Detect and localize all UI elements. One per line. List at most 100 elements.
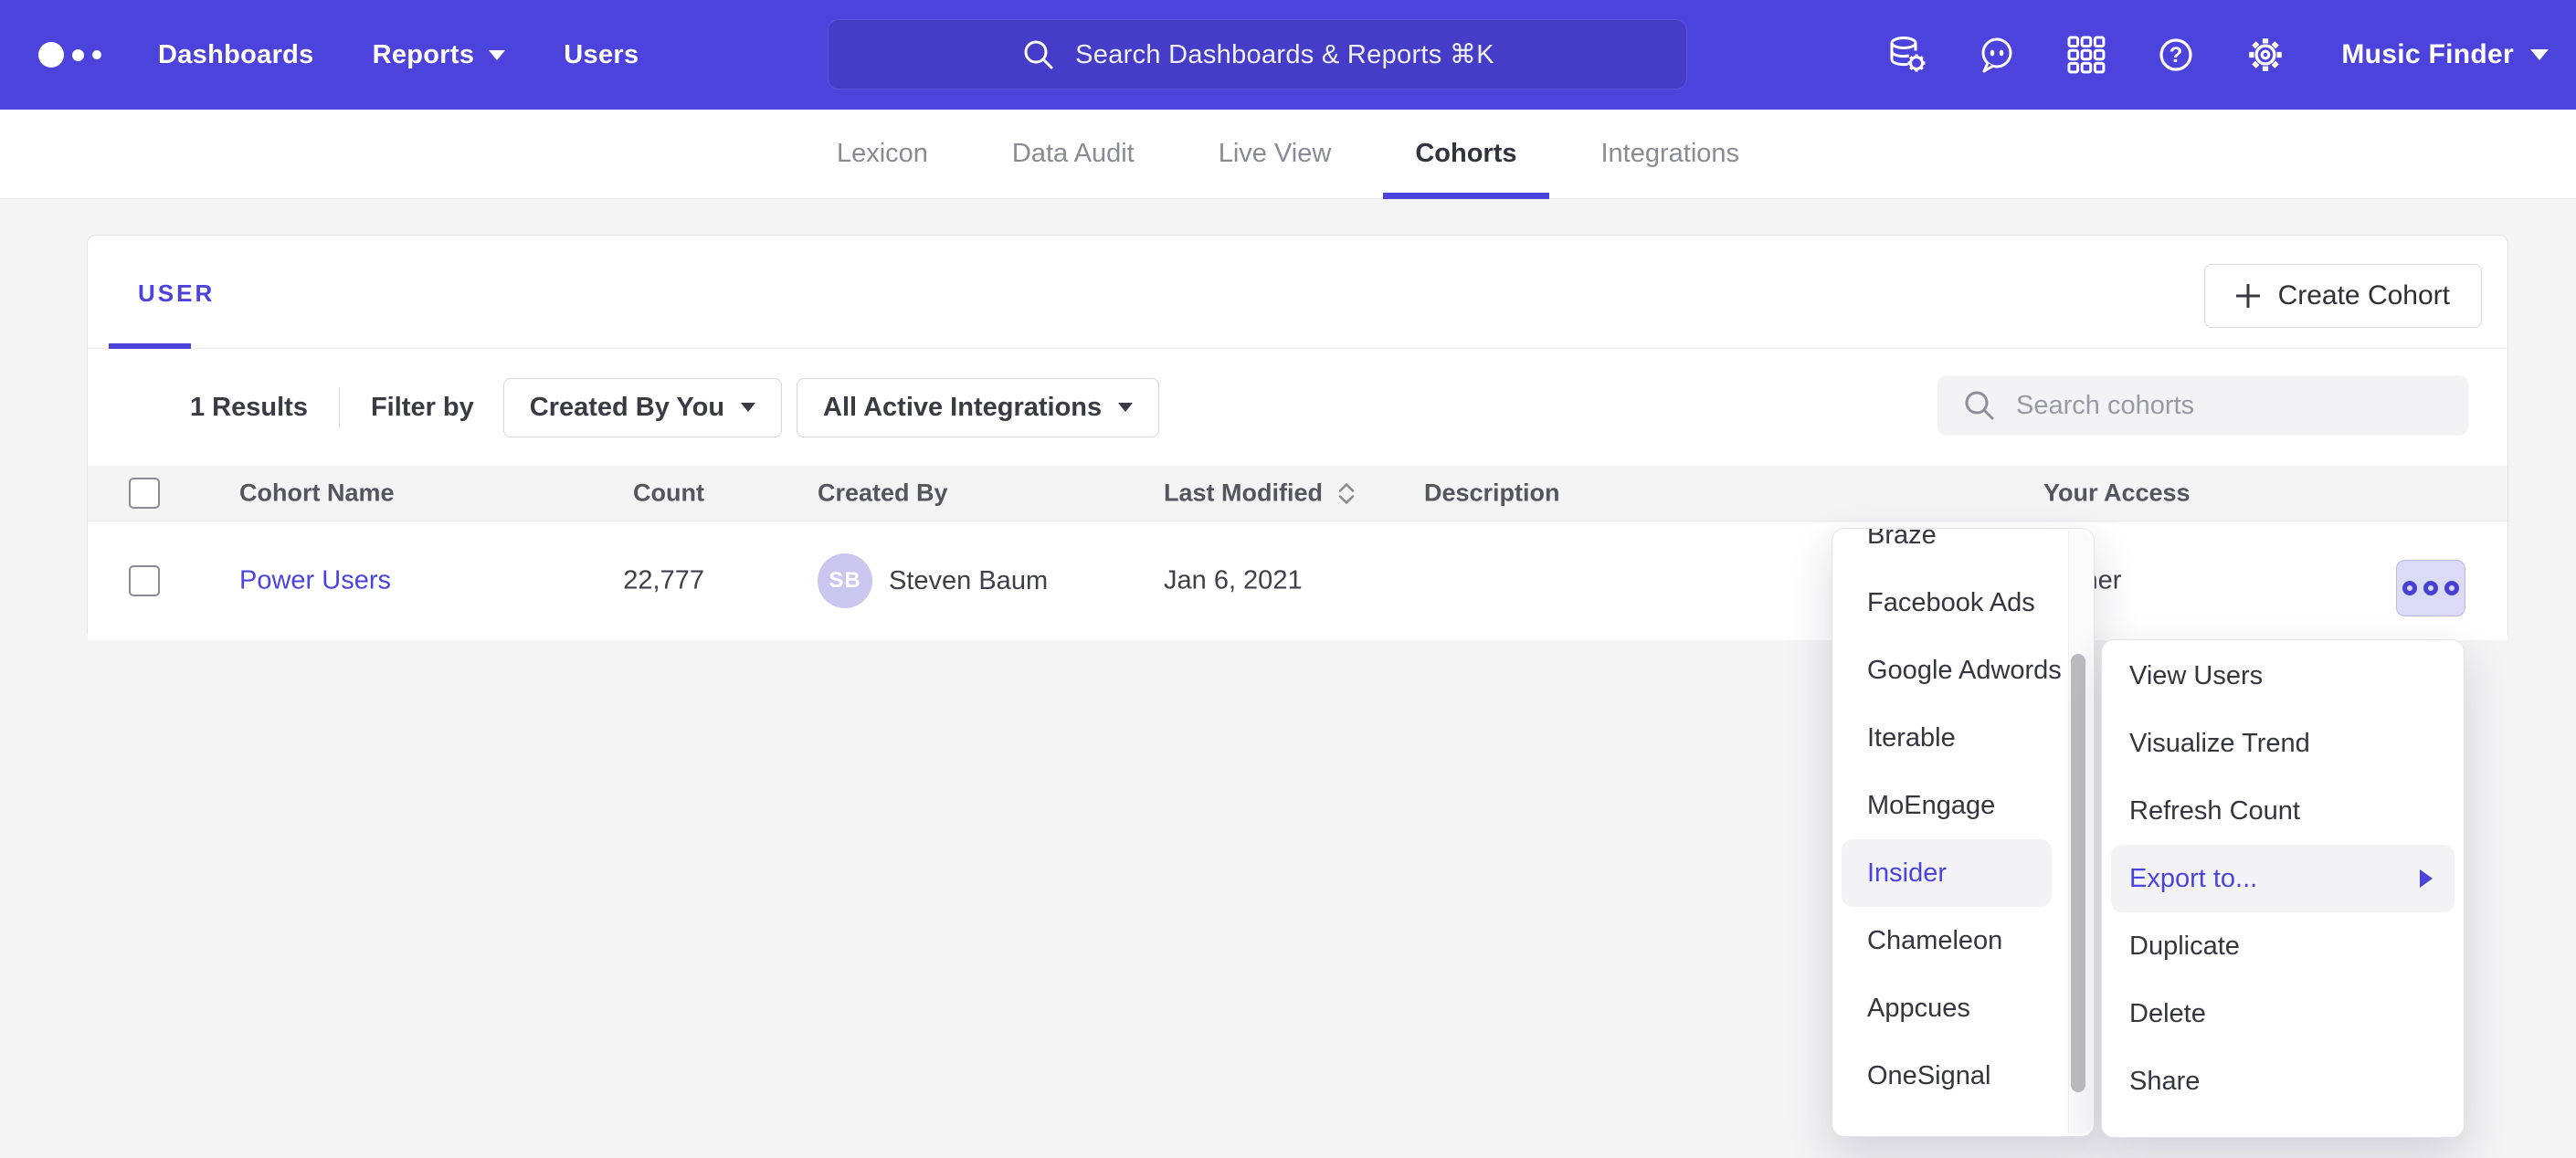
section-tabs: Lexicon Data Audit Live View Cohorts Int… — [0, 110, 2576, 199]
svg-text:?: ? — [2170, 43, 2183, 68]
search-icon — [1020, 37, 1057, 73]
nav-right-cluster: ? Music Finder — [1886, 0, 2549, 110]
chevron-down-icon — [1118, 403, 1133, 412]
menu-export-to[interactable]: Export to... — [2111, 845, 2455, 912]
nav-users[interactable]: Users — [564, 40, 639, 70]
filter-bar: 1 Results Filter by Created By You All A… — [88, 349, 2507, 466]
menu-duplicate[interactable]: Duplicate — [2102, 912, 2464, 980]
header-last-modified[interactable]: Last Modified — [1164, 479, 1357, 508]
created-by-cell: SB Steven Baum — [818, 553, 1048, 608]
grid-icon — [2065, 34, 2107, 76]
export-submenu: Braze Facebook Ads Google Adwords Iterab… — [1832, 528, 2095, 1137]
mixpanel-logo[interactable] — [38, 42, 101, 68]
data-management-button[interactable] — [1886, 34, 1928, 76]
export-option-braze[interactable]: Braze — [1832, 528, 2094, 569]
logo-dot-large — [38, 42, 64, 68]
feedback-button[interactable] — [1976, 34, 2018, 76]
export-option-chameleon[interactable]: Chameleon — [1832, 907, 2094, 974]
export-option-insider[interactable]: Insider — [1842, 839, 2052, 907]
header-count: Count — [480, 479, 704, 508]
export-option-appcues[interactable]: Appcues — [1832, 974, 2094, 1042]
row-checkbox[interactable] — [129, 565, 160, 596]
tab-cohorts-label: Cohorts — [1415, 139, 1516, 169]
menu-delete[interactable]: Delete — [2102, 980, 2464, 1047]
feedback-bubble-icon — [1976, 34, 2018, 76]
created-by-filter[interactable]: Created By You — [503, 378, 782, 437]
chevron-down-icon — [489, 50, 505, 60]
tab-live-view[interactable]: Live View — [1219, 110, 1332, 199]
sort-icon — [1336, 480, 1357, 506]
integrations-filter-label: All Active Integrations — [823, 393, 1102, 423]
global-search-input[interactable]: Search Dashboards & Reports ⌘K — [828, 19, 1687, 89]
cohort-search-placeholder: Search cohorts — [2016, 391, 2194, 421]
cohorts-card: USER Create Cohort 1 Results Filter by C… — [87, 235, 2508, 640]
create-cohort-button[interactable]: Create Cohort — [2204, 264, 2482, 328]
tab-data-audit[interactable]: Data Audit — [1012, 110, 1135, 199]
card-tab-bar: USER Create Cohort — [88, 236, 2507, 349]
help-icon: ? — [2155, 34, 2197, 76]
export-option-onesignal[interactable]: OneSignal — [1832, 1042, 2094, 1110]
table-header: Cohort Name Count Created By Last Modifi… — [88, 466, 2507, 521]
menu-view-users[interactable]: View Users — [2102, 642, 2464, 710]
active-tab-underline — [1383, 193, 1549, 199]
export-option-google-adwords[interactable]: Google Adwords — [1832, 637, 2094, 704]
submenu-arrow-icon — [2420, 869, 2433, 888]
tab-cohorts[interactable]: Cohorts — [1415, 110, 1516, 199]
last-modified-cell: Jan 6, 2021 — [1164, 566, 1303, 596]
created-by-filter-label: Created By You — [530, 393, 724, 423]
results-count: 1 Results — [190, 393, 308, 423]
submenu-scrollbar-thumb[interactable] — [2071, 654, 2085, 1092]
nav-reports[interactable]: Reports — [373, 40, 506, 70]
integrations-filter[interactable]: All Active Integrations — [797, 378, 1159, 437]
chevron-down-icon — [2530, 49, 2549, 60]
menu-export-to-label: Export to... — [2129, 864, 2257, 894]
database-gear-icon — [1886, 34, 1928, 76]
header-last-modified-label: Last Modified — [1164, 479, 1323, 508]
gear-icon — [2244, 34, 2286, 76]
created-by-name: Steven Baum — [889, 566, 1048, 596]
user-type-tab[interactable]: USER — [138, 279, 215, 308]
cohort-count: 22,777 — [480, 566, 704, 596]
nav-reports-label: Reports — [373, 40, 475, 70]
row-context-menu: View Users Visualize Trend Refresh Count… — [2101, 639, 2465, 1138]
menu-refresh-count[interactable]: Refresh Count — [2102, 777, 2464, 845]
export-option-iterable[interactable]: Iterable — [1832, 704, 2094, 772]
tab-lexicon[interactable]: Lexicon — [837, 110, 928, 199]
last-modified-value: Jan 6, 2021 — [1164, 566, 1303, 596]
header-description: Description — [1424, 479, 1560, 508]
table-row: Power Users 22,777 SB Steven Baum Jan 6,… — [88, 521, 2507, 640]
row-more-button[interactable] — [2396, 560, 2465, 616]
nav-dashboards[interactable]: Dashboards — [158, 40, 314, 70]
more-dot-icon — [2423, 581, 2438, 595]
filter-by-label: Filter by — [371, 393, 474, 423]
help-button[interactable]: ? — [2155, 34, 2197, 76]
header-cohort-name: Cohort Name — [239, 479, 395, 508]
avatar: SB — [818, 553, 872, 608]
export-option-moengage[interactable]: MoEngage — [1832, 772, 2094, 839]
more-dot-icon — [2402, 581, 2417, 595]
tab-integrations[interactable]: Integrations — [1601, 110, 1740, 199]
plus-icon — [2236, 284, 2260, 308]
export-submenu-list: Braze Facebook Ads Google Adwords Iterab… — [1832, 528, 2094, 1110]
workspace-menu[interactable]: Music Finder — [2341, 39, 2549, 70]
export-option-facebook-ads[interactable]: Facebook Ads — [1832, 569, 2094, 637]
divider — [339, 387, 340, 427]
menu-visualize-trend[interactable]: Visualize Trend — [2102, 710, 2464, 777]
global-search-placeholder: Search Dashboards & Reports ⌘K — [1075, 38, 1494, 70]
chevron-down-icon — [741, 403, 755, 412]
search-icon — [1961, 387, 1998, 424]
header-your-access: Your Access — [2043, 479, 2191, 508]
menu-share[interactable]: Share — [2102, 1047, 2464, 1115]
apps-grid-button[interactable] — [2065, 34, 2107, 76]
logo-dot-small — [92, 50, 101, 59]
logo-dot-medium — [72, 49, 84, 61]
cohort-search-input[interactable]: Search cohorts — [1937, 375, 2468, 436]
cohort-name-link[interactable]: Power Users — [239, 566, 391, 596]
top-nav: Dashboards Reports Users Search Dashboar… — [0, 0, 2576, 110]
select-all-checkbox[interactable] — [129, 478, 160, 509]
create-cohort-label: Create Cohort — [2278, 280, 2450, 311]
nav-links: Dashboards Reports Users — [158, 40, 697, 70]
settings-button[interactable] — [2244, 34, 2286, 76]
submenu-scrollbar-track[interactable] — [2068, 532, 2092, 1133]
workspace-name: Music Finder — [2341, 39, 2514, 70]
